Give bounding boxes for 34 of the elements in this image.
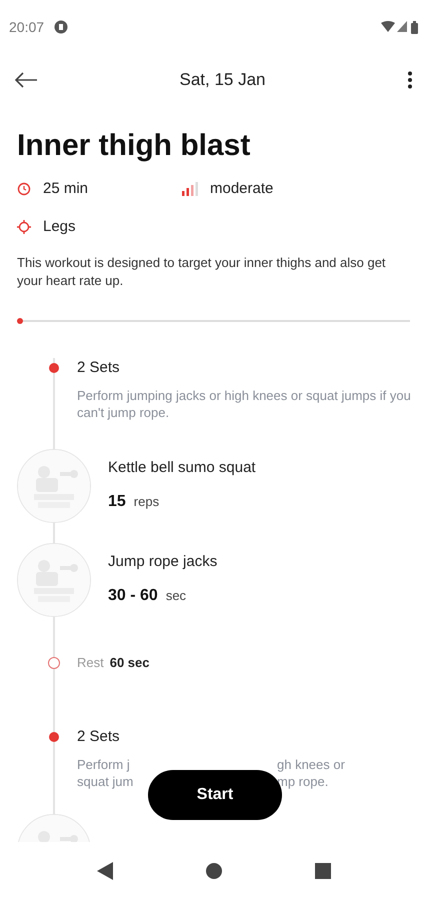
set-title: 2 Sets — [77, 358, 121, 378]
stat-label: 25 min — [43, 178, 88, 199]
back-icon[interactable] — [96, 862, 112, 880]
status-time: 20:07 — [9, 18, 44, 36]
workout-title: Inner thigh blast — [17, 128, 252, 164]
timer-icon — [17, 182, 31, 196]
set-title: 2 Sets — [77, 726, 121, 746]
set-description-fragment: squat jum — [77, 772, 134, 790]
exercise-amount: 30 - 60 — [108, 586, 158, 606]
rest-label: Rest — [77, 654, 104, 672]
exercise-name: Kettle bell sumo squat — [108, 458, 257, 478]
back-arrow-icon[interactable] — [14, 72, 38, 88]
stat-label: moderate — [210, 178, 274, 199]
signal-icon — [397, 21, 407, 33]
rest-duration: 60 sec — [110, 654, 150, 672]
recents-icon[interactable] — [314, 863, 330, 879]
exercise-unit: sec — [166, 587, 186, 605]
set-description-fragment: gh knees or — [277, 756, 345, 772]
home-icon[interactable] — [206, 863, 222, 879]
set-description: Perform jumping jacks or high knees or squat jumps if you can't jump rope. — [77, 387, 411, 421]
notification-icon — [54, 20, 68, 34]
target-icon — [17, 220, 31, 234]
intensity-bars-icon — [182, 182, 198, 196]
rest-marker — [48, 656, 60, 669]
exercise-name: Jump rope jacks — [108, 552, 218, 572]
exercise-unit: reps — [134, 493, 160, 511]
more-options-icon[interactable] — [407, 71, 413, 89]
set-description-fragment: Perform j — [77, 756, 130, 772]
stat-label: Legs — [43, 216, 76, 237]
wifi-icon — [381, 21, 395, 33]
app-bar-title: Sat, 15 Jan — [178, 69, 266, 92]
workout-description: This workout is designed to target your inner thighs and also get your heart rate up. — [17, 254, 387, 290]
exercise-amount: 15 — [108, 492, 126, 512]
battery-icon — [411, 20, 418, 34]
